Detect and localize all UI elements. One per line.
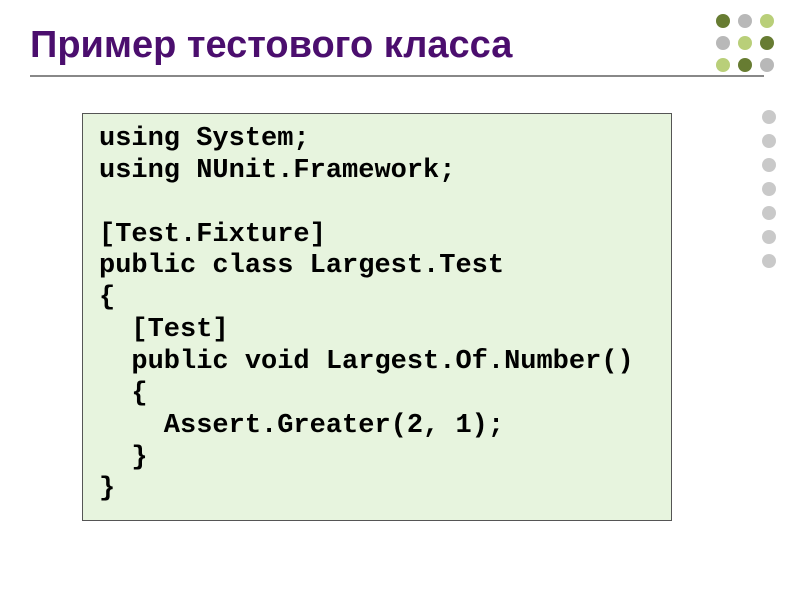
dot-icon bbox=[762, 182, 776, 196]
corner-dots-decoration bbox=[716, 14, 776, 74]
title-underline bbox=[30, 75, 764, 77]
dot-icon bbox=[762, 206, 776, 220]
dot-icon bbox=[738, 58, 752, 72]
code-content: using System; using NUnit.Framework; [Te… bbox=[99, 124, 655, 506]
dot-icon bbox=[762, 134, 776, 148]
dot-icon bbox=[716, 14, 730, 28]
dot-icon bbox=[760, 36, 774, 50]
dot-icon bbox=[762, 254, 776, 268]
dot-icon bbox=[762, 110, 776, 124]
code-box: using System; using NUnit.Framework; [Te… bbox=[82, 113, 672, 521]
dot-icon bbox=[716, 58, 730, 72]
dot-icon bbox=[716, 36, 730, 50]
slide: Пример тестового класса using System; us… bbox=[0, 0, 794, 595]
dot-icon bbox=[738, 14, 752, 28]
dot-icon bbox=[762, 230, 776, 244]
dot-grid bbox=[716, 14, 776, 74]
dot-icon bbox=[760, 58, 774, 72]
slide-title: Пример тестового класса bbox=[30, 24, 764, 67]
dot-icon bbox=[762, 158, 776, 172]
side-dots-decoration bbox=[762, 110, 776, 268]
dot-icon bbox=[738, 36, 752, 50]
dot-icon bbox=[760, 14, 774, 28]
